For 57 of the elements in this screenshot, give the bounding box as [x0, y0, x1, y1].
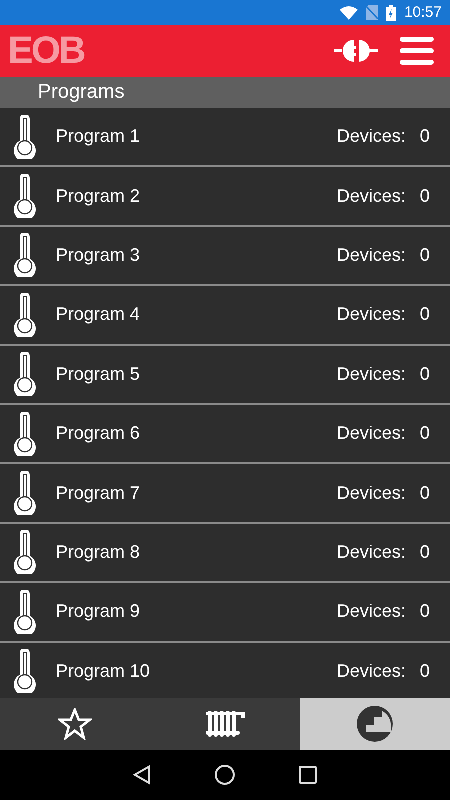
- program-name: Program 5: [56, 364, 142, 385]
- thermometer-icon: [12, 412, 38, 456]
- recents-icon[interactable]: [299, 766, 317, 784]
- devices-label: Devices:: [336, 126, 406, 148]
- devices-count: 0: [420, 304, 430, 326]
- devices-label: Devices:: [336, 186, 406, 207]
- devices-count: 0: [420, 482, 430, 504]
- devices-count: 0: [420, 364, 430, 385]
- thermometer-icon: [12, 292, 38, 337]
- thermometer-icon: [12, 352, 38, 396]
- plug-icon[interactable]: [334, 39, 378, 63]
- back-icon[interactable]: [133, 765, 151, 785]
- devices-count: 0: [420, 601, 430, 622]
- program-row[interactable]: Program 5 Devices: 0: [0, 346, 450, 405]
- devices-label: Devices:: [336, 364, 406, 385]
- thermometer-icon: [12, 530, 38, 574]
- thermometer-icon: [12, 649, 38, 694]
- devices-count: 0: [420, 126, 430, 148]
- thermometer-icon: [12, 233, 38, 278]
- devices-count: 0: [420, 423, 430, 444]
- logo: EOB: [8, 32, 84, 70]
- thermometer-icon: [12, 590, 38, 634]
- home-icon[interactable]: [214, 764, 236, 786]
- thermometer-icon: [12, 114, 38, 159]
- program-name: Program 7: [56, 482, 142, 504]
- devices-label: Devices:: [336, 304, 406, 326]
- devices-label: Devices:: [336, 542, 406, 563]
- program-name: Program 9: [56, 601, 142, 622]
- devices-count: 0: [420, 244, 430, 266]
- devices-label: Devices:: [336, 601, 406, 622]
- radiator-icon: [204, 709, 246, 739]
- star-icon: [58, 708, 92, 740]
- program-name: Program 6: [56, 423, 142, 444]
- battery-icon: [386, 4, 396, 20]
- clock: 10:57: [404, 4, 442, 21]
- menu-icon[interactable]: [400, 36, 434, 66]
- program-name: Program 1: [56, 126, 142, 148]
- program-name: Program 4: [56, 304, 142, 326]
- devices-label: Devices:: [336, 423, 406, 444]
- devices-count: 0: [420, 542, 430, 563]
- devices-label: Devices:: [336, 482, 406, 504]
- devices-count: 0: [420, 186, 430, 207]
- program-row[interactable]: Program 8 Devices: 0: [0, 524, 450, 584]
- program-name: Program 3: [56, 244, 142, 266]
- devices-label: Devices:: [336, 660, 406, 682]
- devices-label: Devices:: [336, 244, 406, 266]
- thermometer-icon: [12, 174, 38, 218]
- program-name: Program 2: [56, 186, 142, 207]
- programs-tab[interactable]: [300, 698, 450, 750]
- wifi-icon: [340, 6, 358, 20]
- program-name: Program 8: [56, 542, 142, 563]
- no-sim-icon: [366, 5, 378, 20]
- chart-steps-icon: [356, 705, 394, 743]
- thermometer-icon: [12, 471, 38, 516]
- program-name: Program 10: [56, 660, 152, 682]
- devices-count: 0: [420, 660, 430, 682]
- section-title: Programs: [38, 81, 125, 104]
